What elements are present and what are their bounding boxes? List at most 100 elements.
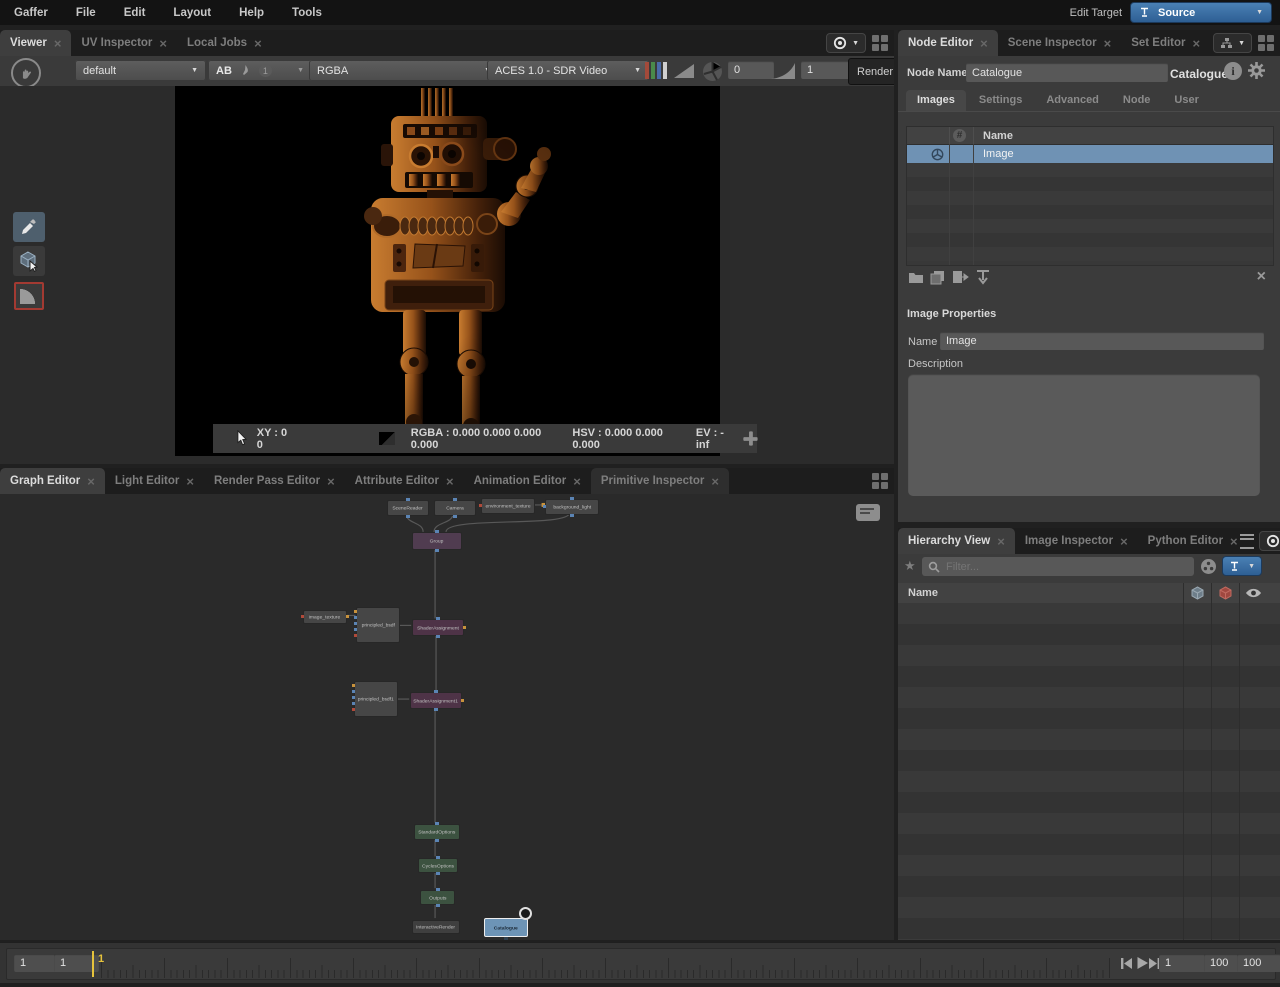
close-icon[interactable]: × xyxy=(1104,37,1112,50)
tab-node[interactable]: Node xyxy=(1112,90,1162,111)
gamma-icon[interactable] xyxy=(770,62,796,80)
close-icon[interactable]: × xyxy=(186,475,194,488)
menu-edit[interactable]: Edit xyxy=(110,7,160,19)
annotation-icon[interactable] xyxy=(856,504,880,521)
graph-node-principled-bsdf[interactable]: principled_bsdf xyxy=(356,607,400,643)
camera-menu[interactable]: default ▼ xyxy=(75,60,206,81)
scene-pin-dropdown[interactable]: ▼ xyxy=(1222,556,1262,576)
close-icon[interactable]: × xyxy=(54,37,62,50)
tab-animation-editor[interactable]: Animation Editor × xyxy=(464,468,591,494)
tab-python-editor[interactable]: Python Editor × xyxy=(1138,528,1240,554)
graph-node-background-light[interactable]: background_light xyxy=(545,499,599,515)
image-row-selected[interactable]: Image xyxy=(907,145,1273,163)
tab-settings[interactable]: Settings xyxy=(968,90,1033,111)
display-transform-menu[interactable]: ACES 1.0 - SDR Video ▼ xyxy=(487,60,649,81)
layer-select[interactable]: 1 xyxy=(259,64,272,77)
name-column-header[interactable]: Name xyxy=(908,587,938,599)
graph-node-outputs[interactable]: Outputs xyxy=(420,890,455,905)
bookmark-star-icon[interactable]: ★ xyxy=(904,558,916,574)
lut-tool[interactable] xyxy=(14,282,44,310)
tab-graph-editor[interactable]: Graph Editor × xyxy=(0,468,105,494)
load-image-icon[interactable] xyxy=(908,270,924,284)
playhead[interactable] xyxy=(92,951,94,977)
graph-canvas[interactable]: SceneReader Camera environment_texture b… xyxy=(0,494,894,940)
close-icon[interactable]: × xyxy=(711,475,719,488)
viewer-target-dropdown[interactable]: ▼ xyxy=(826,33,866,53)
graph-node-image-texture[interactable]: image_texture xyxy=(303,610,347,624)
layout-grid-icon[interactable] xyxy=(872,473,888,489)
close-icon[interactable]: × xyxy=(980,37,988,50)
tab-advanced[interactable]: Advanced xyxy=(1035,90,1110,111)
tab-render-pass-editor[interactable]: Render Pass Editor × xyxy=(204,468,345,494)
visibility-eye-icon[interactable] xyxy=(1245,587,1262,599)
image-description-input[interactable] xyxy=(908,374,1260,496)
exposure-input[interactable] xyxy=(728,61,774,79)
editor-follow-dropdown[interactable]: ▼ xyxy=(1213,33,1252,53)
wipe-tool-icon[interactable] xyxy=(240,64,251,77)
filter-field[interactable] xyxy=(922,557,1194,576)
close-icon[interactable]: × xyxy=(327,475,335,488)
layout-grid-icon[interactable] xyxy=(872,35,888,51)
inclusions-cube-icon[interactable] xyxy=(1190,586,1205,601)
graph-node-cycles-options[interactable]: CyclesOptions xyxy=(418,858,458,873)
node-name-input[interactable] xyxy=(966,63,1168,82)
add-inspector-icon[interactable] xyxy=(744,431,757,445)
close-icon[interactable]: × xyxy=(1120,535,1128,548)
tab-viewer[interactable]: Viewer × xyxy=(0,30,71,56)
menu-layout[interactable]: Layout xyxy=(159,7,225,19)
graph-node-shader-assignment[interactable]: ShaderAssignment xyxy=(412,619,464,636)
inspect-object-tool[interactable] xyxy=(13,246,45,276)
ab-compare-toggle[interactable]: AB xyxy=(216,65,232,77)
graph-node-shader-assignment1[interactable]: ShaderAssignment1 xyxy=(410,692,462,709)
menu-help[interactable]: Help xyxy=(225,7,278,19)
tab-set-editor[interactable]: Set Editor × xyxy=(1121,30,1210,56)
duplicate-image-icon[interactable] xyxy=(930,270,946,285)
exposure-icon[interactable] xyxy=(701,60,724,83)
tab-scene-inspector[interactable]: Scene Inspector × xyxy=(998,30,1121,56)
close-icon[interactable]: × xyxy=(159,37,167,50)
filter-input[interactable] xyxy=(946,561,1146,573)
hierarchy-rows[interactable] xyxy=(898,603,1280,940)
graph-node-camera[interactable]: Camera xyxy=(434,500,476,516)
gamma-input[interactable] xyxy=(801,61,851,79)
graph-node-scenereader[interactable]: SceneReader xyxy=(387,500,429,516)
name-column-header[interactable]: Name xyxy=(983,130,1013,142)
solo-channel-icon[interactable] xyxy=(673,63,695,79)
tab-images[interactable]: Images xyxy=(906,90,966,111)
close-icon[interactable]: × xyxy=(446,475,454,488)
edit-target-source-dropdown[interactable]: Source ▼ xyxy=(1130,2,1272,23)
graph-node-environment-texture[interactable]: environment_texture xyxy=(481,498,535,514)
channels-menu[interactable]: RGBA ▼ xyxy=(309,60,499,81)
tab-light-editor[interactable]: Light Editor × xyxy=(105,468,204,494)
remove-image-icon[interactable]: × xyxy=(1257,268,1266,286)
close-icon[interactable]: × xyxy=(997,535,1005,548)
tab-image-inspector[interactable]: Image Inspector × xyxy=(1015,528,1138,554)
channel-bars-icon[interactable] xyxy=(645,62,667,79)
export-image-icon[interactable] xyxy=(952,270,969,284)
tab-user[interactable]: User xyxy=(1163,90,1209,111)
range-end-input[interactable] xyxy=(1237,954,1280,972)
menu-tools[interactable]: Tools xyxy=(278,7,336,19)
image-name-input[interactable] xyxy=(940,332,1264,350)
frame-ruler[interactable] xyxy=(101,950,1115,978)
graph-node-interactive-render[interactable]: InteractiveRender xyxy=(412,920,460,934)
tab-node-editor[interactable]: Node Editor × xyxy=(898,30,998,56)
exclusions-cube-icon[interactable] xyxy=(1218,586,1233,601)
graph-node-principled-bsdf1[interactable]: principled_bsdf1 xyxy=(354,681,398,717)
tab-hierarchy-view[interactable]: Hierarchy View × xyxy=(898,528,1015,554)
extract-image-icon[interactable] xyxy=(976,270,990,286)
graph-node-catalogue[interactable]: Catalogue xyxy=(484,918,528,937)
close-icon[interactable]: × xyxy=(573,475,581,488)
close-icon[interactable]: × xyxy=(254,37,262,50)
close-icon[interactable]: × xyxy=(1230,535,1238,548)
go-to-start-icon[interactable] xyxy=(1120,957,1133,970)
tab-primitive-inspector[interactable]: Primitive Inspector × xyxy=(591,468,729,494)
tab-uv-inspector[interactable]: UV Inspector × xyxy=(71,30,177,56)
render-button[interactable]: Render xyxy=(848,58,894,85)
layout-grid-icon[interactable] xyxy=(1258,35,1274,51)
info-icon[interactable]: i xyxy=(1224,62,1242,80)
graph-node-standard-options[interactable]: StandardOptions xyxy=(414,824,460,840)
gear-icon[interactable] xyxy=(1247,61,1266,80)
tab-attribute-editor[interactable]: Attribute Editor × xyxy=(345,468,464,494)
graph-node-group[interactable]: Group xyxy=(412,532,462,550)
